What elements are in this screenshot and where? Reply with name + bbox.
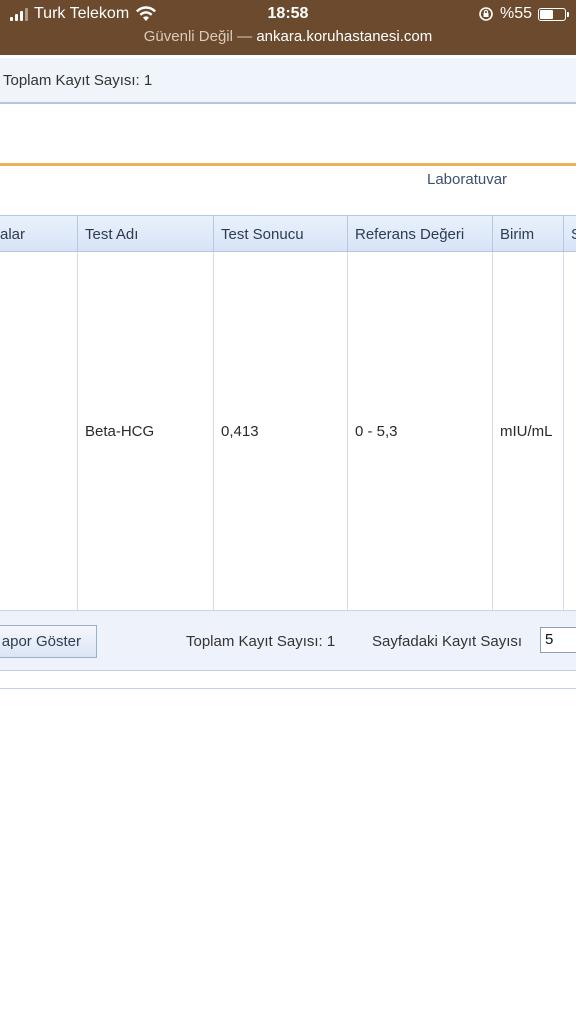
column-header[interactable]: alar [0, 216, 78, 252]
security-warning: Güvenli Değil — [143, 28, 253, 45]
table-cell [564, 252, 576, 611]
table-footer: apor Göster Toplam Kayıt Sayısı: 1 Sayfa… [0, 610, 576, 671]
footer-total-count: Toplam Kayıt Sayısı: 1 [186, 633, 336, 650]
table-cell-reference: 0 - 5,3 [348, 252, 493, 611]
browser-top-bar: Turk Telekom 18:58 %55 Güvenli Değil — a… [0, 0, 576, 55]
right-status-group: %55 [478, 5, 569, 23]
url-host: ankara.koruhastanesi.com [256, 28, 433, 45]
column-header[interactable]: S [564, 216, 576, 252]
rotation-lock-icon [479, 7, 493, 21]
bottom-divider [0, 688, 576, 689]
url-bar[interactable]: Güvenli Değil — ankara.koruhastanesi.com [0, 28, 576, 45]
show-report-button[interactable]: apor Göster [0, 625, 97, 658]
table-row[interactable]: Beta-HCG 0,413 0 - 5,3 mIU/mL [0, 252, 576, 611]
column-header-reference[interactable]: Referans Değeri [348, 216, 493, 252]
status-bar: Turk Telekom 18:58 %55 [0, 4, 576, 26]
battery-icon [538, 7, 569, 21]
table-cell-unit: mIU/mL [493, 252, 564, 611]
records-per-page-input[interactable]: 5 [540, 627, 576, 653]
table-cell-test-result: 0,413 [214, 252, 348, 611]
section-title: Laboratuvar [427, 171, 508, 188]
records-per-page-label: Sayfadaki Kayıt Sayısı [372, 633, 523, 650]
top-total-count: Toplam Kayıt Sayısı: 1 [3, 72, 153, 89]
section-divider [0, 163, 576, 166]
column-header-test-result[interactable]: Test Sonucu [214, 216, 348, 252]
table-header: alar Test Adı Test Sonucu Referans Değer… [0, 215, 576, 252]
column-header-unit[interactable]: Birim [493, 216, 564, 252]
column-header-test-name[interactable]: Test Adı [78, 216, 214, 252]
battery-level [540, 9, 553, 19]
battery-percent: %55 [499, 5, 532, 22]
table-cell-test-name: Beta-HCG [78, 252, 214, 611]
results-table: alar Test Adı Test Sonucu Referans Değer… [0, 215, 576, 671]
top-summary-strip: Toplam Kayıt Sayısı: 1 [0, 58, 576, 104]
table-cell [0, 252, 78, 611]
